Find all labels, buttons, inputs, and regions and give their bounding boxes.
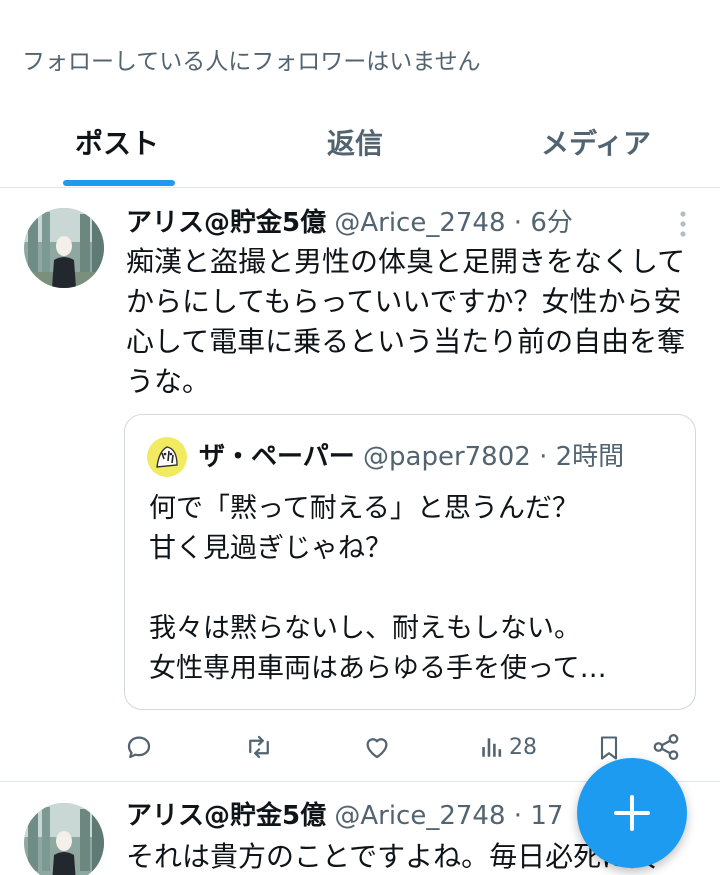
post[interactable]: アリス@貯金5億 @Arice_2748 · 6分 痴漢と盗撮と男性の体臭と足開… bbox=[0, 188, 720, 782]
quote-text: 何で「黙って耐える」と思うんだ？ 甘く見過ぎじゃね？ 我々は黙らないし、耐えもし… bbox=[149, 489, 679, 689]
author-name[interactable]: アリス@貯金5億 bbox=[126, 208, 326, 238]
views-icon bbox=[479, 732, 505, 762]
avatar[interactable] bbox=[24, 208, 104, 288]
author-handle[interactable]: @Arice_2748 bbox=[334, 801, 505, 831]
like-icon[interactable] bbox=[362, 732, 392, 762]
active-tab-indicator bbox=[63, 180, 175, 186]
tab-media[interactable]: メディア bbox=[541, 122, 651, 162]
tab-posts[interactable]: ポスト bbox=[75, 122, 159, 162]
views-button[interactable]: 28 bbox=[479, 732, 537, 762]
post-text: 痴漢と盗撮と男性の体臭と足開きをなくしてからにしてもらっていいですか？女性から安… bbox=[126, 245, 686, 398]
separator: · bbox=[539, 442, 548, 472]
author-name[interactable]: アリス@貯金5億 bbox=[126, 801, 326, 831]
followers-note: フォローしている人にフォロワーはいません bbox=[22, 49, 481, 75]
author-handle[interactable]: @Arice_2748 bbox=[334, 208, 505, 238]
profile-tabs: ポスト 返信 メディア bbox=[0, 96, 720, 188]
repost-icon[interactable] bbox=[243, 732, 275, 762]
quote-line: 甘く見過ぎじゃね？ bbox=[149, 533, 392, 564]
quote-line: 何で「黙って耐える」と思うんだ？ bbox=[149, 493, 579, 524]
quote-time[interactable]: 2時間 bbox=[556, 442, 625, 472]
quoted-post[interactable]: ザ・ペーパー @paper7802 · 2時間 何で「黙って耐える」と思うんだ？… bbox=[124, 414, 696, 710]
quote-author-handle[interactable]: @paper7802 bbox=[363, 442, 531, 472]
plus-icon bbox=[614, 795, 650, 831]
post-time[interactable]: 6分 bbox=[530, 208, 573, 238]
reply-icon[interactable] bbox=[124, 732, 154, 762]
quote-line: 女性専用車両はあらゆる手を使って… bbox=[149, 653, 607, 684]
post-time[interactable]: 17 bbox=[530, 801, 563, 831]
compose-button[interactable] bbox=[577, 758, 687, 868]
quote-line: 我々は黙らないし、耐えもしない。 bbox=[149, 613, 581, 644]
avatar[interactable] bbox=[24, 803, 104, 875]
post-header: アリス@貯金5億 @Arice_2748 · 17 bbox=[126, 799, 563, 833]
share-icon[interactable] bbox=[651, 732, 681, 762]
views-count: 28 bbox=[509, 734, 537, 760]
tab-replies[interactable]: 返信 bbox=[327, 122, 383, 162]
separator: · bbox=[513, 801, 523, 831]
quote-header: ザ・ペーパー @paper7802 · 2時間 bbox=[199, 439, 624, 475]
separator: · bbox=[513, 208, 523, 238]
quote-line bbox=[149, 569, 679, 609]
quote-author-name[interactable]: ザ・ペーパー bbox=[199, 442, 355, 472]
more-options-icon[interactable] bbox=[678, 210, 688, 238]
post-header: アリス@貯金5億 @Arice_2748 · 6分 bbox=[126, 206, 573, 240]
quote-avatar[interactable] bbox=[147, 437, 187, 477]
